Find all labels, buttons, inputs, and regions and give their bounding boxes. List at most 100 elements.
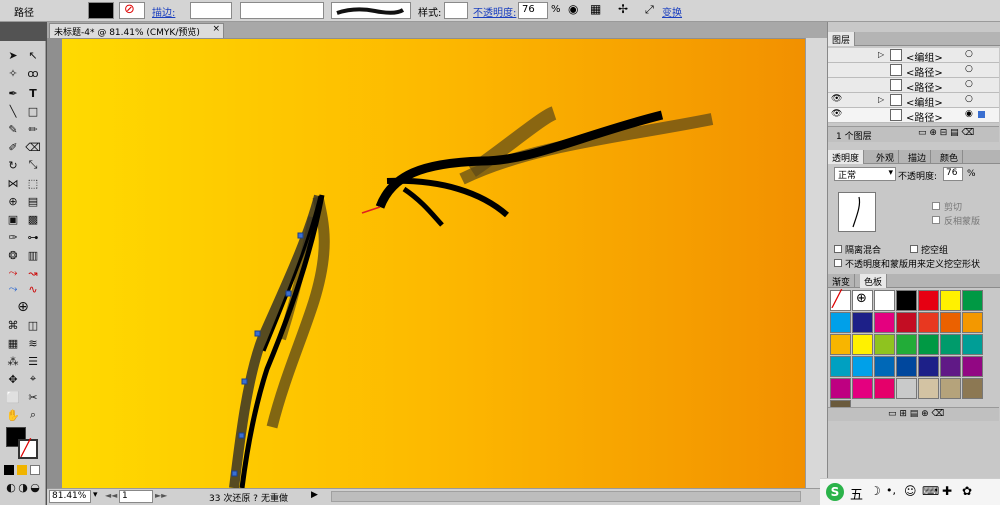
swatch[interactable] — [918, 378, 939, 399]
rectangle-tool-icon[interactable]: □ — [24, 103, 42, 119]
eyedropper-tool-icon[interactable]: ✑ — [4, 229, 22, 245]
transform-link[interactable]: 变换 — [662, 4, 682, 19]
type-tool-icon[interactable]: T — [24, 85, 42, 101]
symbol-sprayer-tool-icon[interactable]: ❂ — [4, 247, 22, 263]
swatch[interactable] — [852, 378, 873, 399]
stroke-weight-field[interactable] — [190, 2, 232, 19]
swatch[interactable] — [962, 312, 983, 333]
swatch[interactable] — [962, 378, 983, 399]
swatch[interactable] — [852, 312, 873, 333]
selection-tool-icon[interactable]: ➤ — [4, 47, 22, 63]
draw-inside-icon[interactable]: ◒ — [26, 479, 44, 495]
tab-gradient[interactable]: 渐变 — [828, 274, 856, 288]
artboard[interactable] — [62, 39, 807, 488]
variable-width-profile[interactable] — [240, 2, 324, 19]
isolate-icon[interactable]: ✢ — [618, 2, 628, 16]
punctuation-icon[interactable]: •, — [886, 484, 896, 497]
chart-tool-icon[interactable]: ▦ — [4, 335, 22, 351]
magic-wand-tool-icon[interactable]: ✧ — [4, 65, 22, 81]
ime-mode[interactable]: 五 — [850, 484, 863, 503]
swatch[interactable] — [896, 356, 917, 377]
status-menu-icon[interactable]: ▶ — [311, 490, 318, 500]
swatch[interactable] — [918, 290, 939, 311]
swatch[interactable] — [962, 290, 983, 311]
measure-tool-icon[interactable]: ⌖ — [24, 371, 42, 387]
direct-selection-tool-icon[interactable]: ↖ — [24, 47, 42, 63]
none-mode-icon[interactable] — [30, 465, 40, 475]
artboard-crop-tool-icon[interactable]: ⬜ — [4, 389, 22, 405]
layer-row[interactable]: ▷ <编组> ○ — [828, 48, 999, 64]
slice-tool-icon[interactable]: ↝ — [24, 265, 42, 281]
skin-icon[interactable]: ✿ — [962, 484, 972, 498]
live-paint-tool-icon[interactable]: ▤ — [24, 193, 42, 209]
gradient-mode-icon[interactable] — [17, 465, 27, 475]
swatch[interactable] — [830, 378, 851, 399]
crystallize-tool-icon[interactable]: ⁂ — [4, 353, 22, 369]
style-picker[interactable] — [444, 2, 468, 19]
tab-swatches[interactable]: 色板 — [860, 274, 888, 288]
knife-tool-icon[interactable]: ✂ — [24, 389, 42, 405]
page-field[interactable]: 1 — [119, 490, 153, 503]
align-icon[interactable]: ▦ — [590, 2, 601, 16]
free-transform-tool-icon[interactable]: ⬚ — [24, 175, 42, 191]
isolate-blending-checkbox[interactable] — [834, 245, 842, 253]
layer-row[interactable]: <路径> ○ — [828, 63, 999, 79]
swatch[interactable] — [830, 312, 851, 333]
blob-brush-tool-icon[interactable]: ✐ — [4, 139, 22, 155]
swatch[interactable] — [874, 378, 895, 399]
stroke-swatch[interactable]: ⊘ — [119, 2, 145, 19]
tab-appearance[interactable]: 外观 — [872, 150, 900, 164]
swatch[interactable] — [940, 312, 961, 333]
pencil-tool-icon[interactable]: ✏ — [24, 121, 42, 137]
blend-tool-icon[interactable]: ⊶ — [24, 229, 42, 245]
fill-swatch[interactable] — [88, 2, 114, 19]
color-mode-icon[interactable] — [4, 465, 14, 475]
tab-color[interactable]: 颜色 — [936, 150, 964, 164]
last-page-icon[interactable]: ►► — [155, 491, 167, 500]
swatch[interactable] — [940, 356, 961, 377]
document-canvas[interactable] — [47, 38, 827, 488]
swatch[interactable] — [918, 312, 939, 333]
swatch[interactable] — [896, 334, 917, 355]
scale-tool-icon[interactable]: ⤡ — [24, 157, 42, 173]
width-tool-icon[interactable]: ⋈ — [4, 175, 22, 191]
swatch[interactable] — [918, 356, 939, 377]
tools-icon[interactable]: ✚ — [942, 484, 952, 498]
tab-stroke[interactable]: 描边 — [904, 150, 932, 164]
swatch[interactable] — [830, 356, 851, 377]
swatch[interactable] — [874, 356, 895, 377]
artboard-tool-icon[interactable]: ⤳ — [4, 265, 22, 281]
swatch[interactable] — [962, 334, 983, 355]
swatch[interactable] — [830, 334, 851, 355]
swatch[interactable] — [896, 312, 917, 333]
sogou-ime-icon[interactable]: S — [826, 483, 844, 501]
swatch[interactable] — [896, 290, 917, 311]
smile-icon[interactable]: ☺ — [904, 484, 917, 498]
tab-transparency[interactable]: 透明度 — [828, 150, 865, 164]
gradient-mesh-tool-icon[interactable]: ✥ — [4, 371, 22, 387]
knockout-group-checkbox[interactable] — [910, 245, 918, 253]
recolor-icon[interactable]: ◉ — [568, 2, 578, 16]
line-tool-icon[interactable]: ╲ — [4, 103, 22, 119]
tab-layers[interactable]: 图层 — [828, 32, 856, 46]
warp-tool-icon[interactable]: ⤳ — [4, 281, 22, 297]
swatch-none[interactable]: ╱ — [830, 289, 851, 311]
pen-tool-icon[interactable]: ✒ — [4, 85, 22, 101]
twirl-tool-icon[interactable]: ∿ — [24, 281, 42, 297]
transparency-opacity-field[interactable]: 76 — [943, 167, 963, 181]
stroke-link[interactable]: 描边: — [152, 4, 175, 19]
layer-row[interactable]: 👁 ▷ <编组> ○ — [828, 93, 999, 109]
zoom-tool-icon[interactable]: ⌕ — [24, 407, 42, 423]
wrinkle-tool-icon[interactable]: ≋ — [24, 335, 42, 351]
swatch-registration[interactable]: ⊕ — [852, 290, 873, 311]
rotate-tool-icon[interactable]: ↻ — [4, 157, 22, 173]
bar-graph-tool-icon[interactable]: ☰ — [24, 353, 42, 369]
layer-actions-icon[interactable]: ▭ ⊕ ⊟ ▤ ⌫ — [918, 128, 974, 138]
close-icon[interactable]: × — [212, 24, 220, 34]
chevron-down-icon[interactable]: ▾ — [93, 490, 98, 500]
keyboard-icon[interactable]: ⌨ — [922, 484, 939, 498]
moon-icon[interactable]: ☽ — [870, 484, 881, 498]
blend-mode-select[interactable]: 正常 ▾ — [834, 167, 896, 181]
perspective-grid-tool-icon[interactable]: ▣ — [4, 211, 22, 227]
swatch[interactable] — [852, 356, 873, 377]
